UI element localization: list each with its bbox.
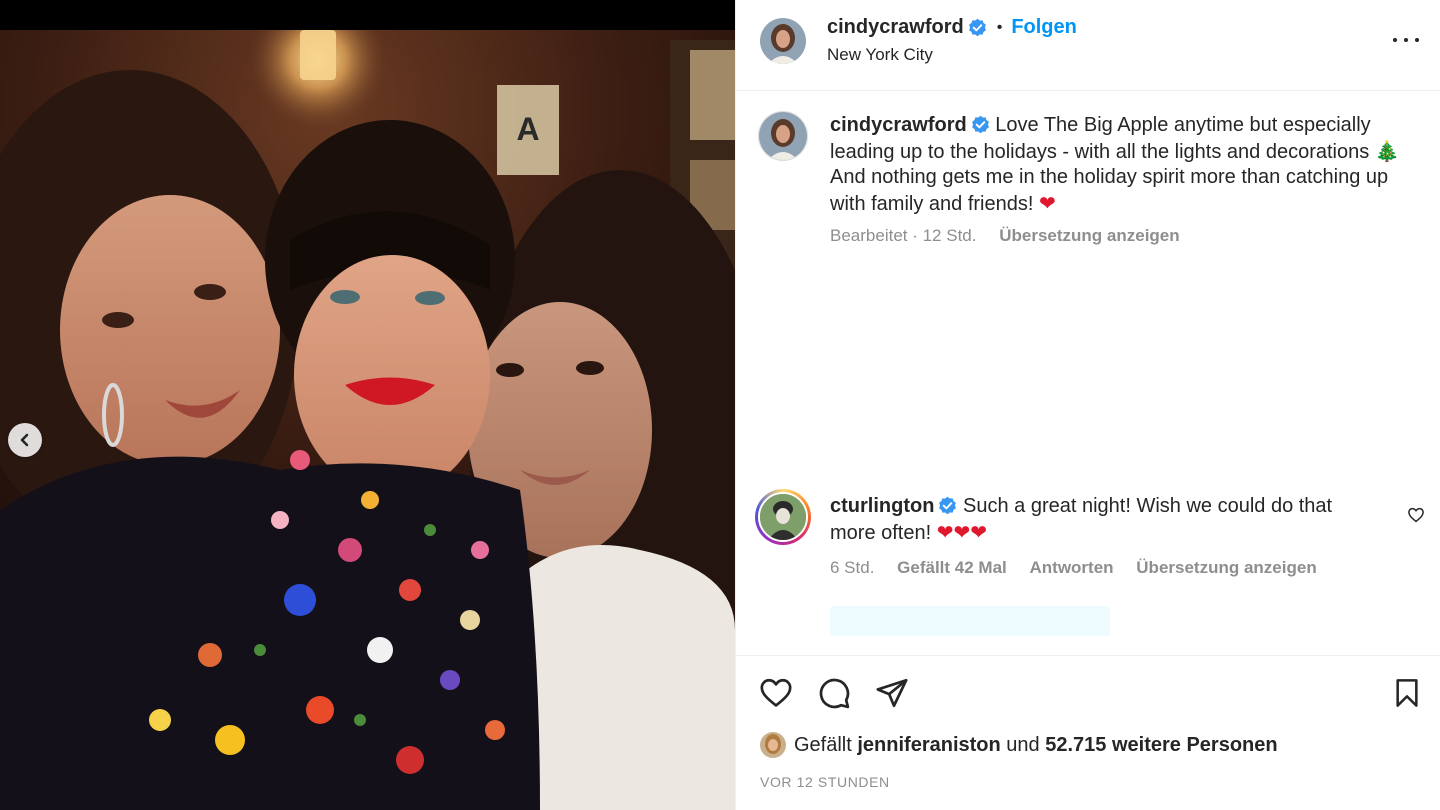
post-media: A: [0, 0, 735, 810]
svg-text:A: A: [516, 111, 539, 147]
caption-edited-time: Bearbeitet · 12 Std.: [830, 226, 977, 245]
media-letterbox: [0, 0, 735, 30]
christmas-tree-emoji: 🎄: [1374, 138, 1400, 163]
likes-middle: und: [1006, 733, 1040, 756]
follow-button[interactable]: Folgen: [1011, 16, 1077, 39]
author-avatar[interactable]: [760, 18, 806, 64]
commenter-username[interactable]: cturlington: [830, 495, 934, 517]
more-dot: [1415, 38, 1419, 42]
comment-meta: 6 Std. Gefällt 42 Mal Antworten Übersetz…: [830, 558, 1317, 578]
post-header: cindycrawford • Folgen New York City: [736, 0, 1440, 91]
verified-badge-icon: [939, 496, 957, 515]
commenter-avatar[interactable]: [755, 489, 811, 545]
send-icon: [876, 678, 908, 708]
post-location[interactable]: New York City: [827, 45, 933, 65]
more-dot: [1404, 38, 1408, 42]
likes-summary: Gefällt jenniferaniston und 52.715 weite…: [760, 732, 1278, 758]
more-options-icon[interactable]: [1393, 28, 1419, 52]
loading-placeholder: [830, 606, 1110, 636]
header-user-row: cindycrawford • Folgen: [827, 16, 1077, 39]
caption-translate-link[interactable]: Übersetzung anzeigen: [999, 226, 1179, 245]
previous-photo-button[interactable]: [8, 423, 42, 457]
likes-others-count[interactable]: 52.715 weitere Personen: [1045, 734, 1277, 757]
comment-icon: [819, 678, 850, 709]
more-dot: [1393, 38, 1397, 42]
comment-time: 6 Std.: [830, 558, 875, 577]
heart-icon: [760, 678, 792, 707]
author-avatar-image: [760, 18, 806, 64]
comment-reply-button[interactable]: Antworten: [1030, 558, 1114, 577]
comment-text: cturlington Such a great night! Wish we …: [830, 494, 1370, 546]
post-timestamp[interactable]: VOR 12 STUNDEN: [760, 774, 890, 790]
liker-username[interactable]: jenniferaniston: [857, 734, 1000, 757]
verified-badge-icon: [971, 115, 989, 134]
save-button[interactable]: [1389, 675, 1425, 711]
red-heart-emoji: ❤: [1038, 190, 1056, 215]
photo-illustration: A: [0, 30, 735, 810]
post-actions: Gefällt jenniferaniston und 52.715 weite…: [736, 655, 1440, 810]
caption-text: cindycrawford Love The Big Apple anytime…: [830, 113, 1410, 217]
comment-like-button[interactable]: [1407, 506, 1425, 529]
liker-avatar-image: [760, 732, 786, 758]
separator-dot: •: [996, 18, 1003, 36]
caption-avatar-image: [759, 112, 807, 160]
comment-translate-link[interactable]: Übersetzung anzeigen: [1136, 558, 1316, 577]
comment-button[interactable]: [816, 675, 852, 711]
bookmark-icon: [1396, 679, 1418, 707]
red-hearts-emoji: ❤❤❤: [936, 519, 987, 544]
caption-body-2: And nothing gets me in the holiday spiri…: [830, 166, 1389, 215]
caption-username[interactable]: cindycrawford: [830, 114, 967, 136]
post-photo[interactable]: A: [0, 30, 735, 810]
caption-author-avatar[interactable]: [758, 111, 808, 161]
liker-avatar[interactable]: [760, 732, 786, 758]
post-side-panel: cindycrawford • Folgen New York City cin…: [735, 0, 1440, 810]
author-username[interactable]: cindycrawford: [827, 16, 964, 39]
chevron-left-icon: [20, 433, 29, 447]
commenter-avatar-image: [758, 492, 808, 542]
action-icons-row: [758, 675, 910, 711]
like-button[interactable]: [758, 675, 794, 711]
likes-prefix: Gefällt: [794, 733, 852, 756]
verified-badge-icon: [968, 18, 986, 37]
commenter-avatar-art: [760, 494, 806, 540]
share-button[interactable]: [874, 675, 910, 711]
comment-likes-count[interactable]: Gefällt 42 Mal: [897, 558, 1007, 577]
caption-meta: Bearbeitet · 12 Std. Übersetzung anzeige…: [830, 226, 1180, 246]
heart-outline-small-icon: [1408, 507, 1424, 523]
